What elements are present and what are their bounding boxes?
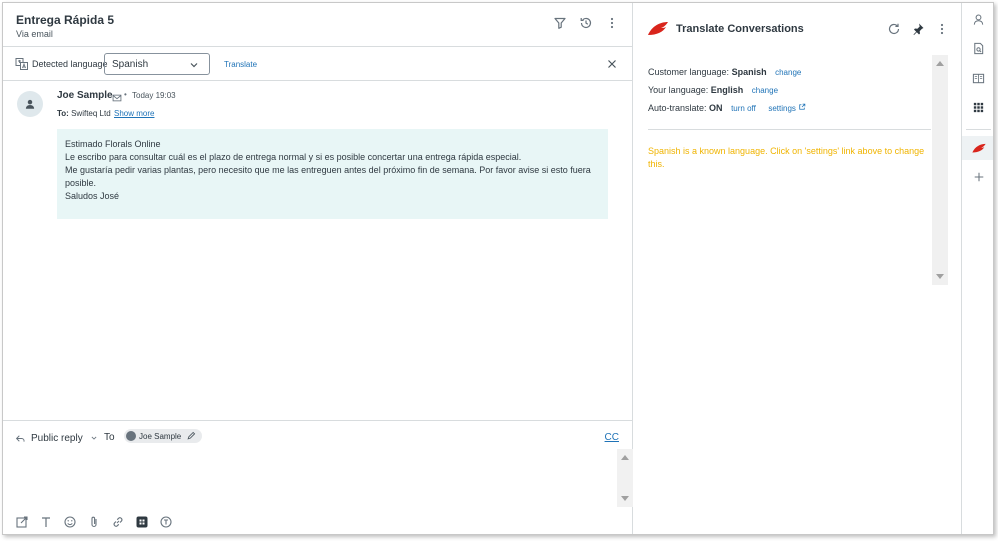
language-select[interactable]: Spanish [104, 53, 210, 75]
translate-app-panel: Translate Conversations Customer languag… [634, 3, 961, 534]
close-icon[interactable] [605, 57, 619, 71]
ticket-title: Entrega Rápida 5 [16, 13, 115, 27]
message-line: Saludos José [65, 191, 120, 201]
avatar [126, 431, 136, 441]
customer-language-row: Customer language: Spanish change [648, 67, 801, 77]
reply-composer: Public reply To Joe Sample CC [3, 420, 633, 534]
user-icon [25, 99, 35, 109]
customer-language-label: Customer language: [648, 67, 730, 77]
scroll-down-arrow-icon[interactable] [621, 496, 629, 501]
cc-link[interactable]: CC [605, 432, 619, 443]
mail-icon [110, 91, 124, 105]
divider [966, 129, 991, 130]
language-bar: Detected language Spanish Translate [3, 47, 633, 81]
change-your-language-link[interactable]: change [752, 86, 778, 95]
your-language-label: Your language: [648, 85, 709, 95]
message-line: Le escribo para consultar cuál es el pla… [65, 152, 522, 162]
your-language-value: English [710, 85, 744, 95]
apps-rail [961, 3, 993, 534]
composer-toolbar [15, 515, 173, 529]
knowledge-search-icon[interactable] [962, 36, 993, 60]
chevron-down-icon [187, 58, 201, 72]
message-author[interactable]: Joe Sample [57, 90, 113, 101]
app-title: Translate Conversations [676, 23, 804, 35]
emoji-icon[interactable] [63, 515, 77, 529]
translate-link[interactable]: Translate [224, 60, 257, 69]
refresh-icon[interactable] [887, 22, 901, 36]
pencil-icon[interactable] [184, 429, 198, 443]
app-scrollbar[interactable] [932, 55, 948, 285]
ticket-channel: Via email [16, 29, 53, 39]
pin-icon[interactable] [911, 22, 925, 36]
turn-off-link[interactable]: turn off [731, 104, 756, 113]
reply-type-dropdown[interactable]: Public reply [13, 431, 101, 445]
macro-icon[interactable] [15, 515, 29, 529]
message-body: Estimado Florals Online Le escribo para … [57, 129, 608, 219]
translate-language-icon [15, 57, 29, 71]
message-recipient: To: Swifteq Ltd [57, 109, 111, 118]
to-label: To: [57, 109, 69, 118]
divider [648, 129, 931, 130]
attachment-icon[interactable] [87, 515, 101, 529]
translate-logo-icon [646, 21, 670, 40]
language-select-value: Spanish [112, 59, 149, 70]
external-link-icon[interactable] [798, 103, 806, 111]
auto-translate-value: ON [709, 103, 723, 113]
scroll-up-arrow-icon[interactable] [936, 61, 944, 66]
link-icon[interactable] [111, 515, 125, 529]
chevron-down-icon [87, 431, 101, 445]
scroll-down-arrow-icon[interactable] [936, 274, 944, 279]
more-options-icon[interactable] [935, 22, 949, 36]
app-window: Entrega Rápida 5 Via email Detected lang… [2, 2, 994, 535]
reply-type-label: Public reply [31, 432, 83, 444]
filter-icon[interactable] [553, 16, 567, 30]
recipient-chip[interactable]: Joe Sample [124, 429, 203, 443]
apps-grid-icon[interactable] [962, 95, 993, 119]
reply-arrow-icon [13, 431, 27, 445]
detected-language-label: Detected language [32, 59, 108, 69]
history-icon[interactable] [579, 16, 593, 30]
separator-dot: • [124, 90, 127, 99]
book-icon[interactable] [962, 66, 993, 90]
text-expander-icon[interactable] [159, 515, 173, 529]
customer-language-value: Spanish [731, 67, 767, 77]
text-format-icon[interactable] [39, 515, 53, 529]
auto-translate-row: Auto-translate: ON turn off settings [648, 103, 806, 113]
translate-app-icon[interactable] [962, 136, 993, 160]
add-app-icon[interactable] [962, 165, 993, 189]
auto-translate-label: Auto-translate: [648, 103, 707, 113]
app-shortcut-icon[interactable] [135, 515, 149, 529]
recipient-name: Joe Sample [139, 431, 182, 441]
more-options-icon[interactable] [605, 16, 619, 30]
avatar[interactable] [17, 91, 43, 117]
message-line: Me gustaría pedir varias plantas, pero n… [65, 165, 591, 188]
known-language-note: Spanish is a known language. Click on 's… [648, 146, 925, 169]
settings-link[interactable]: settings [768, 104, 796, 113]
to-value: Swifteq Ltd [71, 109, 111, 118]
message-time: Today 19:03 [132, 91, 176, 100]
ticket-header: Entrega Rápida 5 Via email [3, 3, 633, 47]
show-more-link[interactable]: Show more [114, 109, 154, 118]
scroll-up-arrow-icon[interactable] [621, 455, 629, 460]
message-line: Estimado Florals Online [65, 139, 161, 149]
change-customer-language-link[interactable]: change [775, 68, 801, 77]
reply-scrollbar[interactable] [617, 449, 633, 507]
ticket-pane: Entrega Rápida 5 Via email Detected lang… [3, 3, 633, 534]
user-profile-icon[interactable] [962, 7, 993, 31]
your-language-row: Your language: English change [648, 85, 778, 95]
reply-to-label: To [104, 432, 115, 443]
